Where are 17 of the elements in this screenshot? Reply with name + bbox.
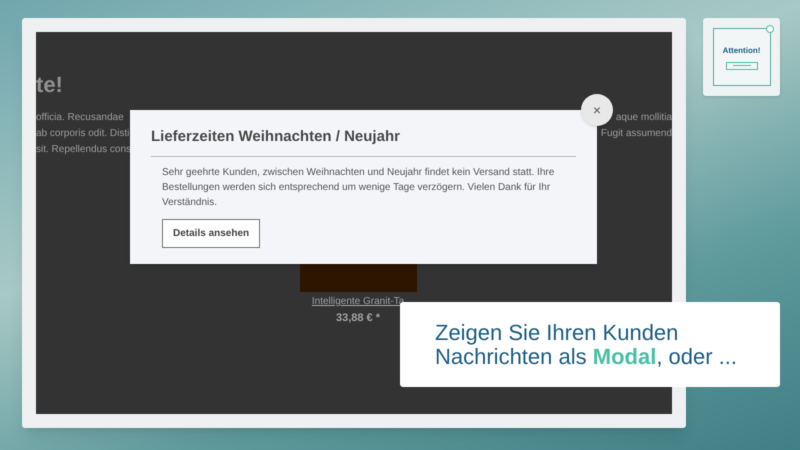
modal-title: Lieferzeiten Weihnachten / Neujahr [151, 126, 576, 156]
page-text: sit. Repellendus cons [36, 143, 132, 157]
page-text: Fugit assumend [600, 127, 672, 141]
mini-button-icon [726, 62, 758, 70]
product-link[interactable]: Intelligente Granit-Ta [312, 294, 404, 309]
details-button[interactable]: Details ansehen [162, 218, 260, 248]
page-text: aque mollitia [616, 111, 672, 125]
page-text: officia. Recusandae [36, 111, 125, 125]
product-price: 33,88 € * [336, 311, 380, 326]
modal-message: Sehr geehrte Kunden, zwischen Weihnachten und Neujahr findet kein Versand statt. Ihre Bestellungen werden sich entsprechend um wenige Tage verzögern. Vielen Dank für Ihr Verständnis. [161, 166, 556, 210]
mini-close-icon [766, 25, 774, 33]
thumbnail-card[interactable]: Attention! [703, 18, 780, 96]
page-heading: te! [36, 72, 63, 98]
callout-text: Zeigen Sie Ihren Kunden [435, 320, 680, 344]
callout-text: Nachrichten als Modal, oder ... [435, 344, 738, 368]
thumbnail-label: Attention! [722, 44, 760, 56]
page-text: ab corporis odit. Disti [36, 127, 130, 141]
